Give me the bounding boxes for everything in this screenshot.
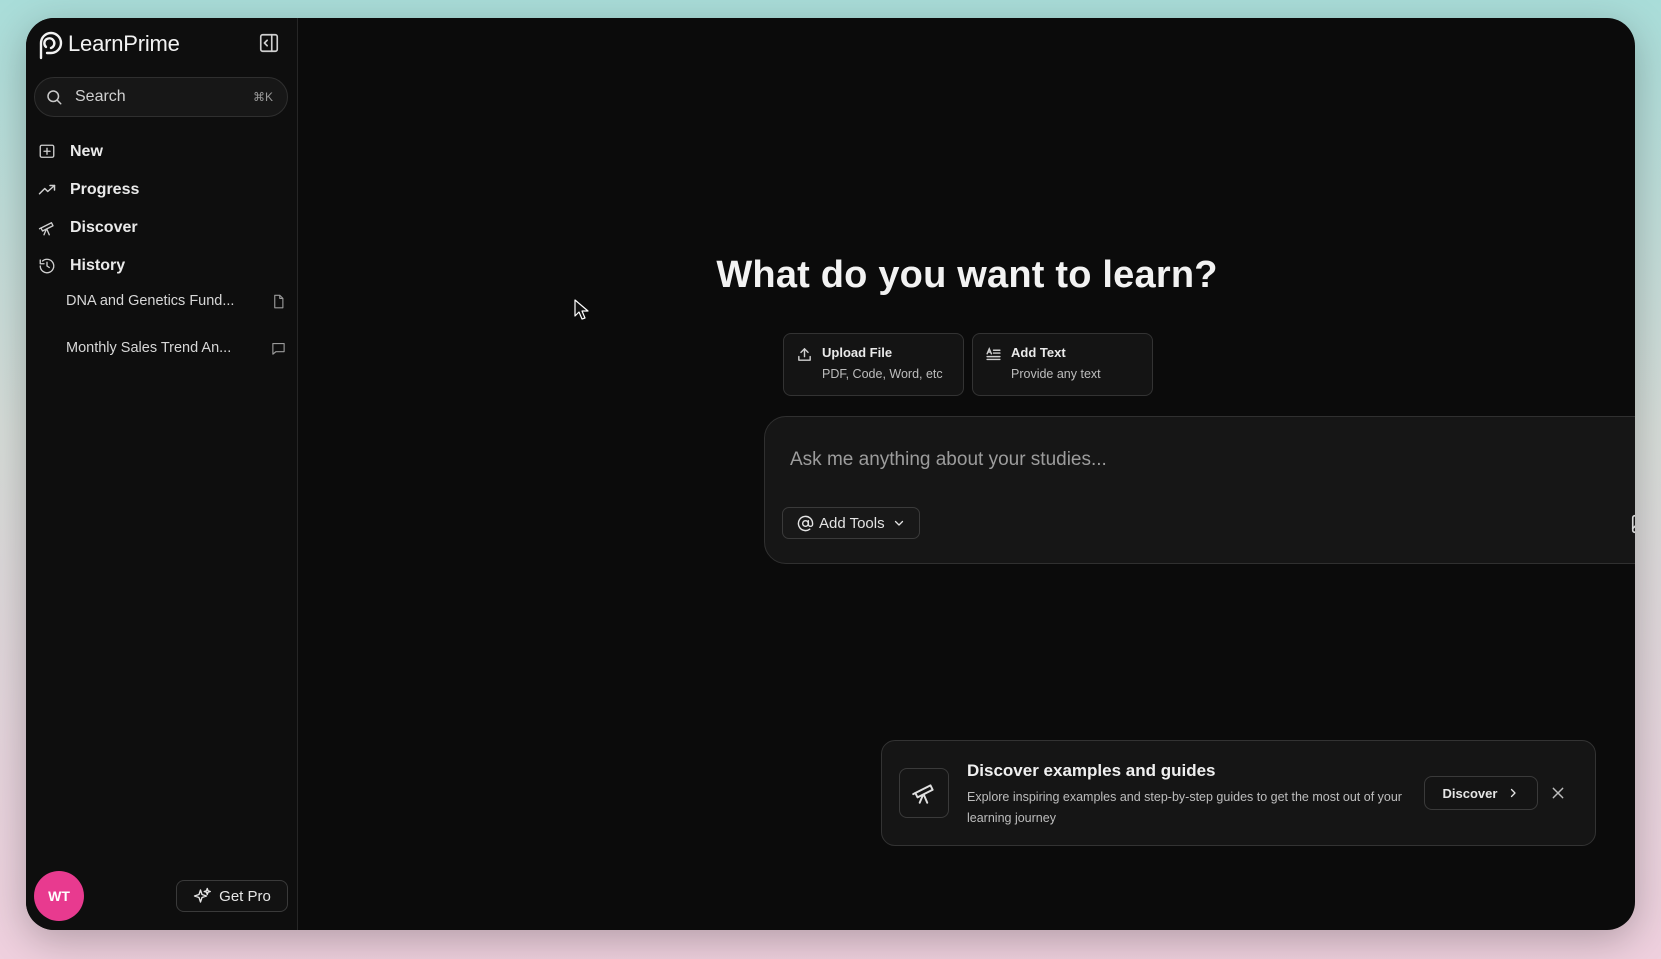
chip-subtitle: PDF, Code, Word, etc — [822, 367, 943, 381]
chat-icon — [272, 342, 285, 355]
discover-button-label: Discover — [1442, 785, 1498, 801]
close-icon[interactable] — [1550, 785, 1566, 801]
telescope-icon — [38, 222, 54, 236]
search-bar[interactable]: Search ⌘K — [34, 77, 288, 117]
main-content: What do you want to learn? Upload File P… — [299, 18, 1635, 930]
banner-title: Discover examples and guides — [967, 761, 1216, 780]
sidebar-item-label: New — [70, 143, 103, 160]
app-name: LearnPrime — [68, 31, 180, 56]
chevron-down-icon — [894, 520, 903, 526]
page-title: What do you want to learn? — [716, 254, 1218, 296]
history-item[interactable]: Monthly Sales Trend An... — [66, 336, 286, 360]
mouse-cursor-icon — [574, 299, 589, 320]
add-tools-dropdown[interactable]: Add Tools — [782, 507, 920, 539]
chip-subtitle: Provide any text — [1011, 367, 1101, 381]
chevron-right-icon — [1511, 788, 1517, 798]
sidebar-item-discover[interactable]: Discover — [38, 209, 288, 247]
sidebar-item-history[interactable]: History — [38, 247, 288, 285]
upload-file-button[interactable]: Upload File PDF, Code, Word, etc — [783, 333, 964, 396]
collapse-sidebar-icon[interactable] — [258, 32, 280, 54]
plus-square-icon — [39, 144, 55, 158]
history-item[interactable]: DNA and Genetics Fund... — [66, 289, 286, 313]
sidebar: LearnPrime Search ⌘K New Progress Discov… — [26, 18, 298, 930]
sidebar-item-progress[interactable]: Progress — [38, 171, 288, 209]
document-icon — [274, 294, 284, 308]
sparkles-icon — [193, 887, 212, 903]
chip-title: Add Text — [1011, 345, 1066, 360]
text-icon — [986, 347, 1001, 361]
prompt-composer[interactable]: Ask me anything about your studies... Ad… — [764, 416, 1635, 564]
prompt-input[interactable]: Ask me anything about your studies... — [790, 449, 1107, 471]
search-label: Search — [75, 88, 126, 105]
discover-banner: Discover examples and guides Explore ins… — [881, 740, 1596, 846]
at-sign-icon — [797, 515, 814, 531]
sidebar-nav: New Progress Discover History — [38, 133, 288, 285]
upload-icon — [798, 348, 811, 361]
discover-button[interactable]: Discover — [1424, 776, 1538, 810]
search-shortcut: ⌘K — [252, 90, 273, 104]
get-pro-label: Get Pro — [219, 887, 271, 905]
history-icon — [39, 258, 55, 274]
chip-title: Upload File — [822, 345, 893, 360]
logo-icon — [39, 31, 63, 60]
banner-description: Explore inspiring examples and step-by-s… — [967, 790, 1402, 825]
add-text-button[interactable]: Add Text Provide any text — [972, 333, 1153, 396]
get-pro-button[interactable]: Get Pro — [176, 880, 288, 912]
add-tools-label: Add Tools — [819, 514, 885, 532]
history-item-label: DNA and Genetics Fund... — [66, 293, 235, 309]
trending-up-icon — [38, 184, 56, 195]
logo[interactable]: LearnPrime — [34, 27, 180, 61]
sidebar-item-label: History — [70, 257, 126, 274]
telescope-icon — [912, 784, 934, 804]
app-window: LearnPrime Search ⌘K New Progress Discov… — [26, 18, 1635, 930]
avatar[interactable]: WT — [34, 871, 84, 921]
sidebar-item-label: Progress — [70, 181, 140, 198]
search-icon — [47, 90, 62, 105]
sidebar-item-label: Discover — [70, 219, 138, 236]
banner-badge — [899, 768, 949, 818]
history-item-label: Monthly Sales Trend An... — [66, 340, 232, 356]
attach-image-icon[interactable] — [1630, 513, 1635, 535]
sidebar-item-new[interactable]: New — [38, 133, 288, 171]
